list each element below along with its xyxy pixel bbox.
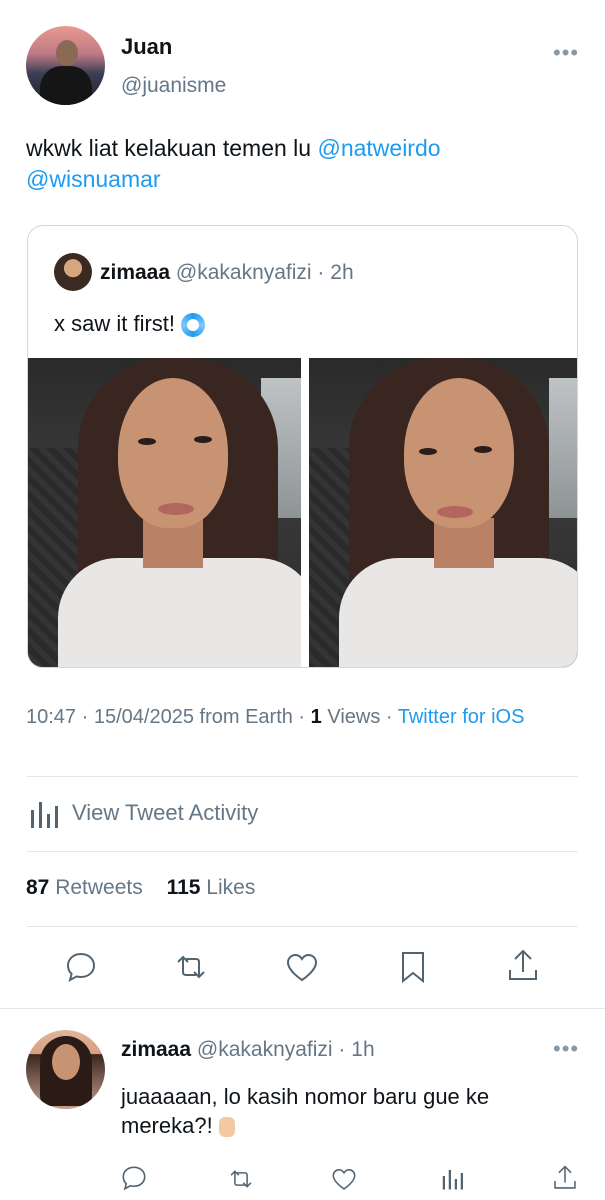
separator: · [380, 706, 398, 728]
reply-author-name[interactable]: zimaaa [121, 1038, 191, 1061]
quoted-author-handle[interactable]: @kakaknyafizi [176, 261, 312, 284]
divider [27, 926, 578, 927]
separator: · [311, 261, 331, 284]
likes-stat[interactable]: 115 Likes [167, 876, 256, 899]
reply-icon[interactable] [64, 950, 98, 984]
mention-link[interactable]: @wisnuamar [26, 166, 161, 192]
share-icon[interactable] [506, 948, 540, 984]
avatar-face [52, 1044, 80, 1080]
quoted-time: 2h [330, 261, 354, 284]
divider [27, 851, 578, 852]
reply-retweet-icon[interactable] [226, 1166, 256, 1192]
separator: · [332, 1038, 352, 1061]
quoted-photo[interactable] [309, 358, 577, 667]
retweets-label: Retweets [49, 876, 143, 899]
quoted-author-avatar[interactable] [54, 253, 92, 291]
reply-time: 1h [351, 1038, 375, 1061]
author-handle[interactable]: @juanisme [121, 74, 226, 98]
tweet-time: 10:47 [26, 706, 77, 728]
reply-author-avatar[interactable] [26, 1030, 105, 1109]
reply-reply-icon[interactable] [120, 1164, 148, 1192]
reply-text: juaaaaan, lo kasih nomor baru gue ke mer… [121, 1082, 561, 1140]
tweet-text-body: wkwk liat kelakuan temen lu [26, 135, 318, 161]
quoted-author-name[interactable]: zimaaa [100, 261, 170, 284]
view-activity-button[interactable]: View Tweet Activity [26, 796, 326, 830]
tweet-date: 15/04/2025 [93, 706, 194, 728]
likes-label: Likes [200, 876, 256, 899]
author-name[interactable]: Juan [121, 34, 172, 60]
reply-header: zimaaa @kakaknyafizi · 1h [121, 1038, 375, 1062]
like-icon[interactable] [284, 950, 320, 984]
quoted-text: x saw it first! [54, 311, 206, 338]
quoted-header: zimaaa @kakaknyafizi · 2h [100, 261, 354, 285]
reply-text-body: juaaaaan, lo kasih nomor baru gue ke mer… [121, 1084, 490, 1138]
mention-link[interactable]: @natweirdo [317, 135, 440, 161]
bookmark-icon[interactable] [398, 950, 428, 984]
reply-more-options-icon[interactable]: ••• [553, 1036, 579, 1062]
tweet-text: wkwk liat kelakuan temen lu @natweirdo @… [26, 133, 586, 195]
retweets-stat[interactable]: 87 Retweets [26, 876, 143, 899]
pointing-up-hand-icon [218, 1117, 235, 1138]
tweet-meta: 10:47 · 15/04/2025 from Earth · 1 Views … [26, 705, 586, 729]
author-avatar[interactable] [26, 26, 105, 105]
likes-count: 115 [166, 876, 201, 899]
quoted-text-body: x saw it first! [54, 311, 176, 336]
activity-label: View Tweet Activity [72, 800, 259, 825]
client-link[interactable]: Twitter for iOS [398, 706, 525, 728]
retweets-count: 87 [26, 876, 50, 899]
reply-like-icon[interactable] [330, 1166, 358, 1192]
quoted-photo[interactable] [28, 358, 301, 667]
cyclone-icon [181, 313, 206, 338]
reply-activity-icon[interactable] [442, 1166, 466, 1192]
views-count: 1 [310, 706, 322, 728]
reply-share-icon[interactable] [552, 1164, 578, 1192]
separator: · [292, 706, 311, 728]
reply-author-handle[interactable]: @kakaknyafizi [197, 1038, 333, 1061]
more-options-icon[interactable]: ••• [553, 40, 579, 66]
divider [27, 776, 578, 777]
tweet-location: from Earth [193, 706, 293, 728]
avatar-head [56, 40, 78, 66]
separator: · [76, 706, 94, 728]
retweet-icon[interactable] [172, 950, 210, 984]
avatar-body [40, 66, 92, 105]
activity-chart-icon [31, 802, 58, 828]
views-label: Views [321, 706, 381, 728]
section-divider [0, 1008, 605, 1009]
quoted-tweet-card[interactable]: zimaaa @kakaknyafizi · 2h x saw it first… [27, 225, 578, 668]
engagement-counts: 87 Retweets 115 Likes [26, 876, 255, 900]
